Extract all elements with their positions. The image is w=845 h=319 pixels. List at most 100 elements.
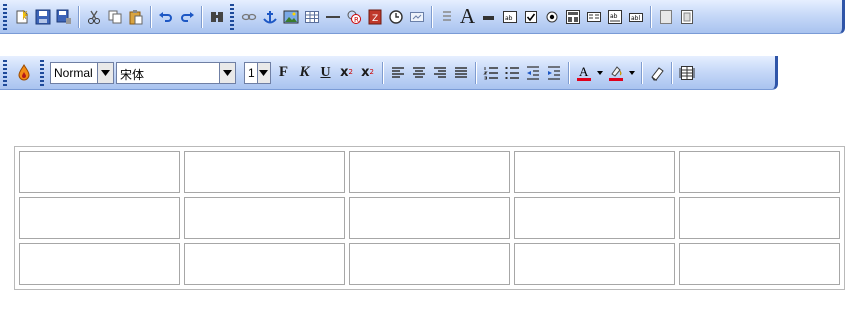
format-toolbar: Normal 宋体 1 F K U x2 x2 A bbox=[0, 56, 778, 90]
bold-button[interactable]: F bbox=[274, 62, 293, 84]
svg-text:ab: ab bbox=[505, 15, 513, 22]
table-cell[interactable] bbox=[679, 197, 840, 239]
subscript-label: x bbox=[361, 65, 370, 80]
font-select-value: 宋体 bbox=[120, 67, 145, 82]
chevron-down-icon[interactable] bbox=[97, 62, 113, 83]
insert-date-icon[interactable] bbox=[386, 6, 405, 28]
save-as-icon[interactable] bbox=[54, 6, 73, 28]
table-cell[interactable] bbox=[19, 243, 180, 285]
separator bbox=[671, 61, 672, 84]
table-cell[interactable] bbox=[514, 243, 675, 285]
separator bbox=[150, 5, 151, 28]
table-cell[interactable] bbox=[349, 197, 510, 239]
special-char-icon[interactable]: R bbox=[344, 6, 363, 28]
bullet-list-icon[interactable] bbox=[502, 62, 521, 84]
table-cell[interactable] bbox=[514, 151, 675, 193]
eraser-icon[interactable] bbox=[647, 62, 666, 84]
form-fields-icon[interactable] bbox=[584, 6, 603, 28]
insert-flash-icon[interactable]: Z bbox=[365, 6, 384, 28]
hidden-field-icon[interactable] bbox=[656, 6, 675, 28]
new-file-icon[interactable] bbox=[12, 6, 31, 28]
separator bbox=[78, 5, 79, 28]
svg-text:A: A bbox=[579, 64, 589, 79]
superscript-label: x bbox=[340, 65, 349, 80]
insert-table-icon[interactable] bbox=[302, 6, 321, 28]
align-center-icon[interactable] bbox=[409, 62, 428, 84]
indent-icon[interactable] bbox=[544, 62, 563, 84]
table-properties-icon[interactable] bbox=[677, 62, 696, 84]
table-cell[interactable] bbox=[679, 243, 840, 285]
toolbar-grip[interactable] bbox=[40, 59, 44, 86]
font-color-icon[interactable]: A bbox=[574, 62, 593, 84]
anchor-icon[interactable] bbox=[260, 6, 279, 28]
insert-line-icon[interactable] bbox=[479, 6, 498, 28]
checkbox-icon[interactable] bbox=[521, 6, 540, 28]
align-left-icon[interactable] bbox=[388, 62, 407, 84]
undo-icon[interactable] bbox=[156, 6, 175, 28]
horizontal-rule-icon[interactable] bbox=[323, 6, 342, 28]
radio-button-icon[interactable] bbox=[542, 6, 561, 28]
separator bbox=[431, 5, 432, 28]
separator bbox=[641, 61, 642, 84]
table-cell[interactable] bbox=[514, 197, 675, 239]
highlight-color-dropdown-icon[interactable] bbox=[627, 62, 636, 84]
input-field-icon[interactable]: abl bbox=[626, 6, 645, 28]
chevron-down-icon[interactable] bbox=[219, 62, 235, 83]
subscript-mark: 2 bbox=[369, 68, 374, 76]
separator bbox=[650, 5, 651, 28]
separator bbox=[382, 61, 383, 84]
form-icon[interactable] bbox=[563, 6, 582, 28]
numbered-list-icon[interactable] bbox=[481, 62, 500, 84]
svg-text:ab: ab bbox=[610, 13, 618, 20]
highlight-color-icon[interactable] bbox=[606, 62, 625, 84]
underline-button[interactable]: U bbox=[316, 62, 335, 84]
table-cell[interactable] bbox=[19, 151, 180, 193]
style-select[interactable]: Normal bbox=[50, 61, 114, 84]
redo-icon[interactable] bbox=[177, 6, 196, 28]
italic-button[interactable]: K bbox=[295, 62, 314, 84]
table-cell[interactable] bbox=[679, 151, 840, 193]
superscript-button[interactable]: x2 bbox=[337, 62, 356, 84]
insert-text-icon[interactable]: A bbox=[458, 6, 477, 28]
outdent-icon[interactable] bbox=[523, 62, 542, 84]
table-cell[interactable] bbox=[184, 197, 345, 239]
subscript-button[interactable]: x2 bbox=[358, 62, 377, 84]
table-cell[interactable] bbox=[349, 243, 510, 285]
size-select-value: 1 bbox=[248, 65, 255, 80]
insert-image-icon[interactable] bbox=[281, 6, 300, 28]
font-color-dropdown-icon[interactable] bbox=[595, 62, 604, 84]
copy-icon[interactable] bbox=[105, 6, 124, 28]
size-select[interactable]: 1 bbox=[244, 61, 271, 84]
separator bbox=[475, 61, 476, 84]
separator bbox=[201, 5, 202, 28]
justify-icon[interactable] bbox=[451, 62, 470, 84]
toolbar-grip[interactable] bbox=[230, 3, 234, 30]
separator bbox=[568, 61, 569, 84]
table-cell[interactable] bbox=[349, 151, 510, 193]
toolbar-grip[interactable] bbox=[3, 3, 7, 30]
insert-toolbar: R Z A ab ab abl bbox=[0, 0, 845, 34]
hyperlink-icon[interactable] bbox=[239, 6, 258, 28]
toolbar-grip[interactable] bbox=[3, 59, 7, 86]
insert-media-icon[interactable] bbox=[407, 6, 426, 28]
text-box-icon[interactable]: ab bbox=[500, 6, 519, 28]
format-painter-icon[interactable] bbox=[12, 62, 36, 84]
find-icon[interactable] bbox=[207, 6, 226, 28]
table-row bbox=[19, 151, 840, 193]
scroll-field-icon[interactable] bbox=[677, 6, 696, 28]
cut-icon[interactable] bbox=[84, 6, 103, 28]
content-table-body bbox=[19, 151, 840, 285]
table-row bbox=[19, 197, 840, 239]
paste-icon[interactable] bbox=[126, 6, 145, 28]
align-right-icon[interactable] bbox=[430, 62, 449, 84]
table-cell[interactable] bbox=[19, 197, 180, 239]
font-select[interactable]: 宋体 bbox=[116, 61, 236, 84]
style-select-value: Normal bbox=[54, 65, 93, 80]
table-cell[interactable] bbox=[184, 151, 345, 193]
save-icon[interactable] bbox=[33, 6, 52, 28]
chevron-down-icon[interactable] bbox=[256, 62, 270, 83]
text-area-icon[interactable]: ab bbox=[605, 6, 624, 28]
table-cell[interactable] bbox=[184, 243, 345, 285]
content-table[interactable] bbox=[14, 146, 845, 290]
insert-list-icon[interactable] bbox=[437, 6, 456, 28]
